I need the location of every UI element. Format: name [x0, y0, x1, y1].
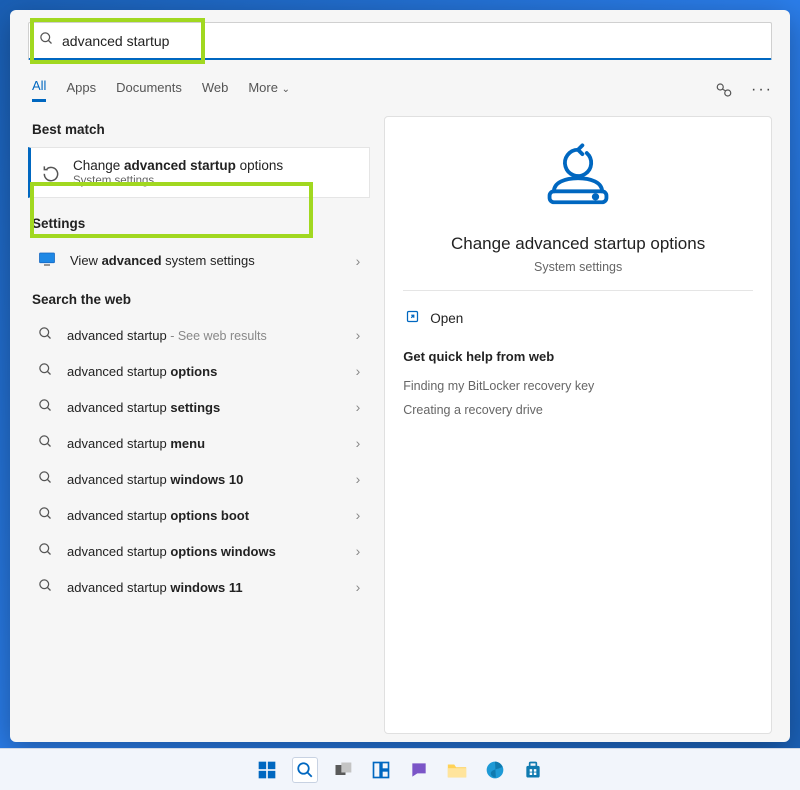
- chevron-right-icon: ›: [356, 363, 361, 379]
- taskbar: [0, 748, 800, 790]
- web-result[interactable]: advanced startup options ›: [28, 353, 370, 389]
- edge-icon[interactable]: [482, 757, 508, 783]
- settings-result-label: View advanced system settings: [70, 253, 342, 268]
- tab-documents[interactable]: Documents: [116, 80, 182, 101]
- settings-result[interactable]: View advanced system settings ›: [28, 241, 370, 280]
- tab-web[interactable]: Web: [202, 80, 229, 101]
- search-icon: [38, 362, 53, 380]
- search-window: All Apps Documents Web More ⌄ ··· Best m…: [10, 10, 790, 742]
- recovery-icon: [41, 163, 61, 183]
- web-result-label: advanced startup options: [67, 364, 342, 379]
- detail-hero-icon: [543, 141, 613, 216]
- web-result-label: advanced startup windows 10: [67, 472, 342, 487]
- monitor-icon: [38, 250, 56, 271]
- divider: [403, 290, 753, 291]
- store-icon[interactable]: [520, 757, 546, 783]
- more-options-icon[interactable]: ···: [752, 80, 772, 100]
- detail-title: Change advanced startup options: [451, 234, 705, 254]
- web-result-label: advanced startup options boot: [67, 508, 342, 523]
- quick-help-header: Get quick help from web: [403, 349, 753, 364]
- web-result[interactable]: advanced startup windows 10 ›: [28, 461, 370, 497]
- best-match-header: Best match: [32, 122, 366, 137]
- tab-apps[interactable]: Apps: [66, 80, 96, 101]
- chevron-right-icon: ›: [356, 435, 361, 451]
- search-icon: [39, 31, 54, 51]
- search-icon: [38, 542, 53, 560]
- open-button[interactable]: Open: [403, 303, 753, 333]
- web-result-label: advanced startup menu: [67, 436, 342, 451]
- web-result[interactable]: advanced startup options windows ›: [28, 533, 370, 569]
- quick-help-item[interactable]: Creating a recovery drive: [403, 398, 753, 422]
- detail-pane: Change advanced startup options System s…: [384, 116, 772, 734]
- chevron-down-icon: ⌄: [282, 84, 290, 95]
- search-icon: [38, 326, 53, 344]
- file-explorer-icon[interactable]: [444, 757, 470, 783]
- search-input[interactable]: [62, 33, 761, 49]
- chevron-right-icon: ›: [356, 543, 361, 559]
- taskbar-search-icon[interactable]: [292, 757, 318, 783]
- search-scope-icon[interactable]: [714, 80, 734, 100]
- search-icon: [38, 578, 53, 596]
- start-button[interactable]: [254, 757, 280, 783]
- widgets-icon[interactable]: [368, 757, 394, 783]
- chevron-right-icon: ›: [356, 507, 361, 523]
- web-result-label: advanced startup windows 11: [67, 580, 342, 595]
- chevron-right-icon: ›: [356, 579, 361, 595]
- search-bar[interactable]: [28, 22, 772, 60]
- chevron-right-icon: ›: [356, 399, 361, 415]
- search-icon: [38, 506, 53, 524]
- tab-all[interactable]: All: [32, 78, 46, 102]
- open-icon: [405, 309, 420, 327]
- chat-icon[interactable]: [406, 757, 432, 783]
- search-icon: [38, 398, 53, 416]
- chevron-right-icon: ›: [356, 327, 361, 343]
- tabs-row: All Apps Documents Web More ⌄ ···: [28, 78, 772, 102]
- quick-help-item[interactable]: Finding my BitLocker recovery key: [403, 374, 753, 398]
- best-match-subtitle: System settings: [73, 175, 283, 187]
- web-result-label: advanced startup options windows: [67, 544, 342, 559]
- web-result-label: advanced startup settings: [67, 400, 342, 415]
- best-match-result[interactable]: Change advanced startup options System s…: [28, 147, 370, 198]
- web-result[interactable]: advanced startup options boot ›: [28, 497, 370, 533]
- web-result[interactable]: advanced startup windows 11 ›: [28, 569, 370, 605]
- web-result[interactable]: advanced startup - See web results ›: [28, 317, 370, 353]
- settings-header: Settings: [32, 216, 366, 231]
- open-label: Open: [430, 311, 463, 326]
- search-icon: [38, 434, 53, 452]
- search-web-header: Search the web: [32, 292, 366, 307]
- results-left-pane: Best match Change advanced startup optio…: [28, 116, 370, 734]
- search-icon: [38, 470, 53, 488]
- task-view-icon[interactable]: [330, 757, 356, 783]
- chevron-right-icon: ›: [356, 471, 361, 487]
- chevron-right-icon: ›: [356, 253, 361, 269]
- web-result[interactable]: advanced startup settings ›: [28, 389, 370, 425]
- detail-subtitle: System settings: [534, 260, 622, 274]
- best-match-title: Change advanced startup options: [73, 158, 283, 173]
- web-result-label: advanced startup - See web results: [67, 328, 342, 343]
- tab-more[interactable]: More ⌄: [248, 80, 290, 101]
- web-result[interactable]: advanced startup menu ›: [28, 425, 370, 461]
